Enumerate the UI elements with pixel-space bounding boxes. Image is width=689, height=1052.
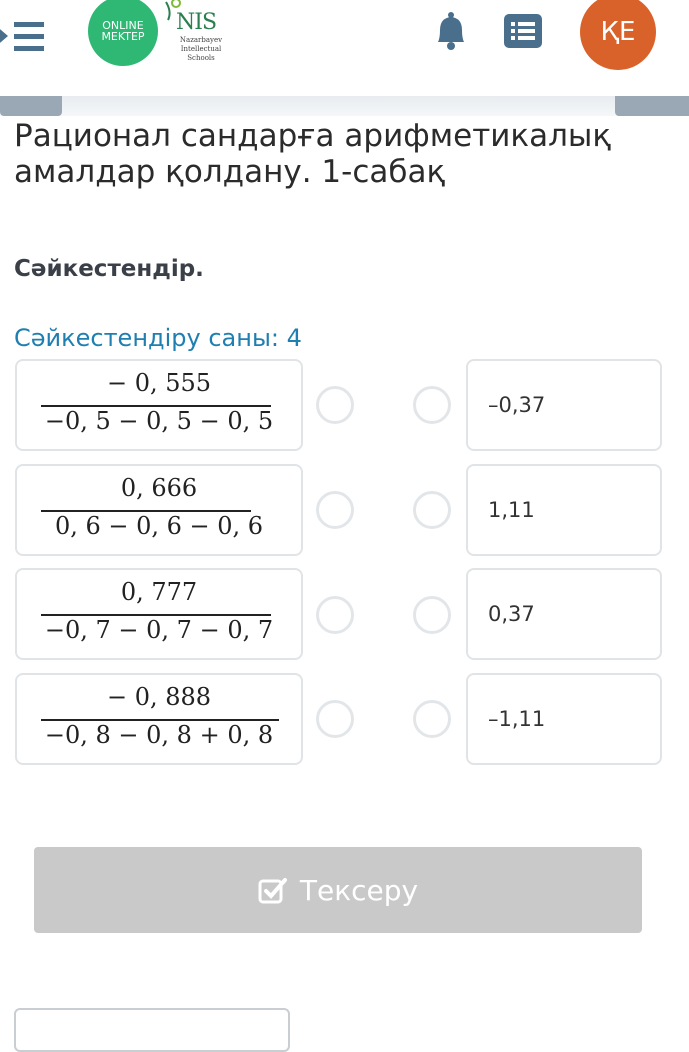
nis-logo-subtitle: Nazarbayev Intellectual Schools <box>166 36 236 63</box>
fraction: − 0, 555 −0, 5 − 0, 5 − 0, 5 <box>17 361 301 449</box>
left-radio[interactable] <box>316 596 354 634</box>
fraction-numerator: 0, 666 <box>120 474 198 502</box>
left-radio[interactable] <box>316 386 354 424</box>
list-icon[interactable] <box>504 14 542 48</box>
check-button-label: Тексеру <box>299 873 419 907</box>
online-mektep-logo[interactable]: ONLINE MEKTEP <box>88 0 158 66</box>
task-instruction: Сәйкестендір. <box>14 256 204 282</box>
fraction: 0, 777 −0, 7 − 0, 7 − 0, 7 <box>17 570 301 658</box>
left-radio[interactable] <box>316 700 354 738</box>
right-match-item[interactable]: 1,11 <box>466 464 662 556</box>
fraction-numerator: − 0, 555 <box>106 369 212 397</box>
left-match-item[interactable]: − 0, 888 −0, 8 − 0, 8 + 0, 8 <box>15 673 303 765</box>
left-match-item[interactable]: 0, 777 −0, 7 − 0, 7 − 0, 7 <box>15 568 303 660</box>
fraction-numerator: 0, 777 <box>120 578 198 606</box>
previous-tab[interactable] <box>0 96 62 116</box>
nis-sub-line2: Intellectual <box>180 45 222 53</box>
nis-logo-title: NIS <box>176 10 217 35</box>
fraction-denominator: −0, 8 − 0, 8 + 0, 8 <box>44 721 274 749</box>
fraction-numerator: − 0, 888 <box>106 683 212 711</box>
answer-value: 1,11 <box>488 498 535 522</box>
nis-sub-line3: Schools <box>187 54 215 62</box>
answer-value: –0,37 <box>488 393 546 417</box>
right-radio[interactable] <box>413 386 451 424</box>
answer-value: 0,37 <box>488 602 535 626</box>
user-avatar[interactable]: ҚЕ <box>580 0 656 70</box>
top-bar: ONLINE MEKTEP NIS Nazarbayev Intellectua… <box>0 0 689 96</box>
checkbox-icon <box>258 878 287 904</box>
lesson-title: Рационал сандарға арифметикалық амалдар … <box>14 118 612 190</box>
avatar-initials: ҚЕ <box>600 17 636 47</box>
next-tab[interactable] <box>615 96 689 116</box>
right-match-item[interactable]: –1,11 <box>466 673 662 765</box>
right-radio[interactable] <box>413 700 451 738</box>
nis-logo: NIS Nazarbayev Intellectual Schools <box>162 0 232 66</box>
left-match-item[interactable]: 0, 666 0, 6 − 0, 6 − 0, 6 <box>15 464 303 556</box>
left-match-item[interactable]: − 0, 555 −0, 5 − 0, 5 − 0, 5 <box>15 359 303 451</box>
match-count: Сәйкестендіру саны: 4 <box>14 324 302 352</box>
left-radio[interactable] <box>316 491 354 529</box>
fraction: 0, 666 0, 6 − 0, 6 − 0, 6 <box>17 466 301 554</box>
nis-sub-line1: Nazarbayev <box>179 36 223 44</box>
fraction-denominator: 0, 6 − 0, 6 − 0, 6 <box>54 512 264 540</box>
bell-icon[interactable] <box>432 10 470 52</box>
right-match-item[interactable]: 0,37 <box>466 568 662 660</box>
fraction-denominator: −0, 5 − 0, 5 − 0, 5 <box>44 407 274 435</box>
online-logo-line2: MEKTEP <box>101 30 145 43</box>
fraction: − 0, 888 −0, 8 − 0, 8 + 0, 8 <box>17 675 301 763</box>
right-match-item[interactable]: –0,37 <box>466 359 662 451</box>
right-radio[interactable] <box>413 596 451 634</box>
check-button[interactable]: Тексеру <box>34 847 642 933</box>
right-radio[interactable] <box>413 491 451 529</box>
bottom-panel[interactable] <box>14 1008 290 1052</box>
menu-icon[interactable] <box>0 12 48 60</box>
header-divider <box>0 96 689 116</box>
answer-value: –1,11 <box>488 707 546 731</box>
fraction-denominator: −0, 7 − 0, 7 − 0, 7 <box>44 616 274 644</box>
